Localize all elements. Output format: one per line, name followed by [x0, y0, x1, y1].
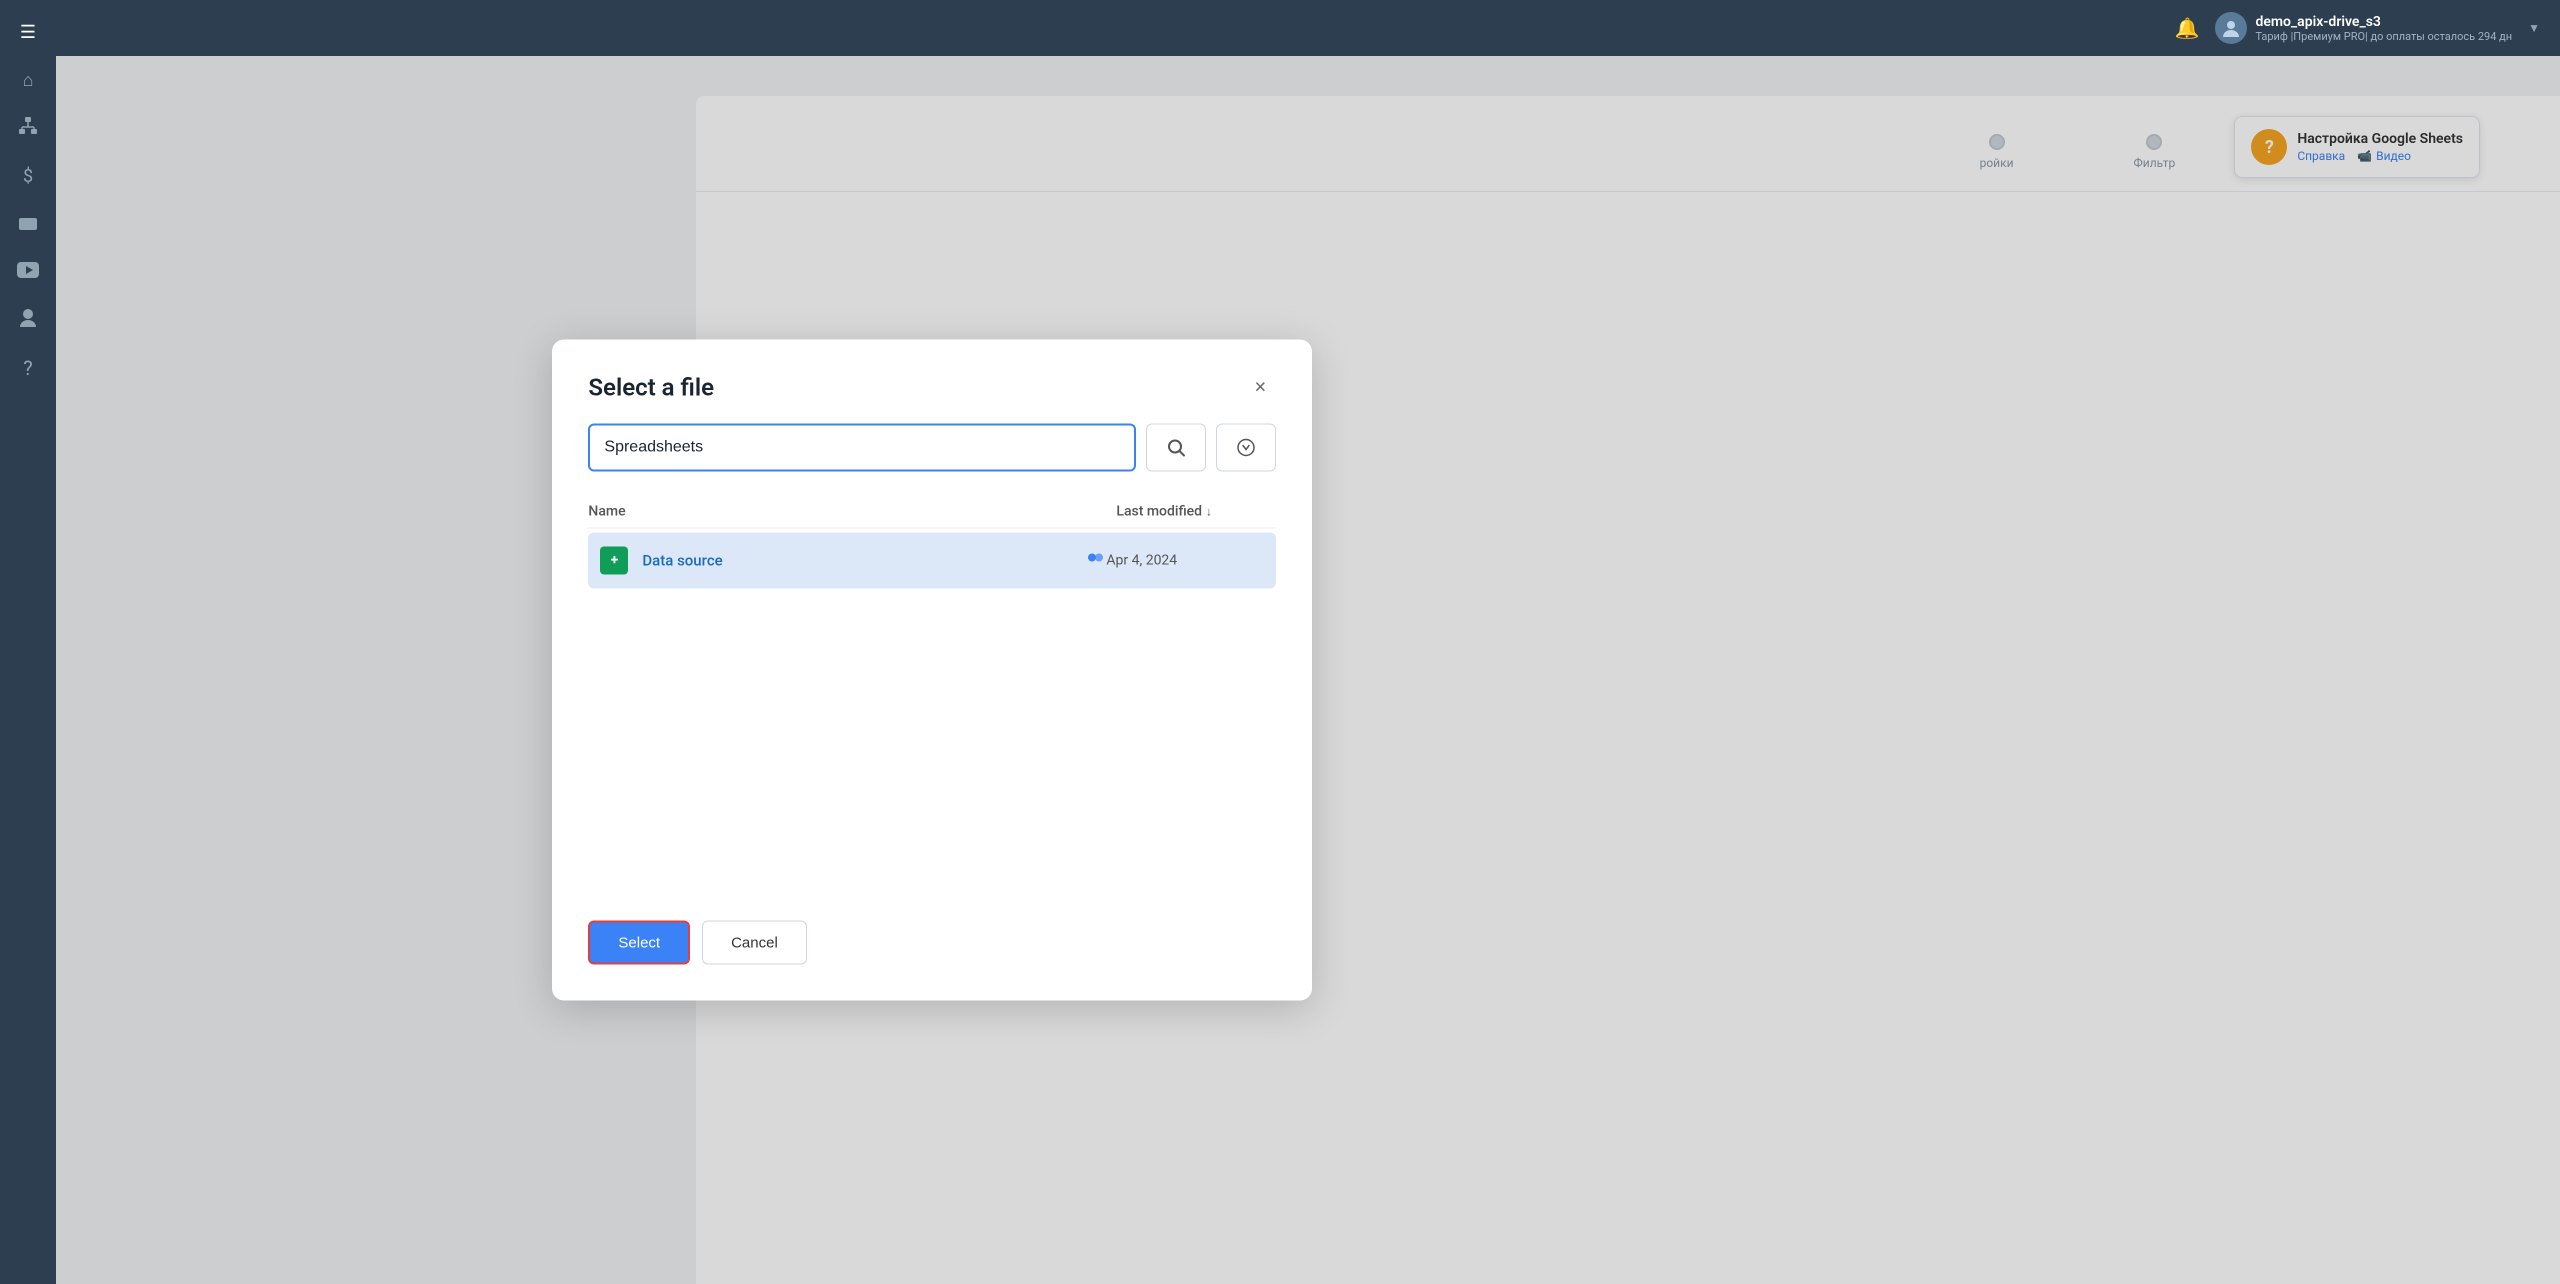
cancel-button[interactable]: Cancel [702, 921, 807, 965]
file-list: + Data source Apr 4, 2024 [588, 533, 1276, 893]
user-icon [19, 308, 37, 333]
topbar-chevron-icon[interactable]: ▼ [2528, 21, 2540, 35]
sidebar-menu-icon[interactable]: ☰ [8, 12, 48, 52]
file-shared-icon [1084, 551, 1106, 571]
modal-body: Name Last modified ↓ + Data source [552, 424, 1312, 893]
home-icon: ⌂ [23, 70, 34, 91]
file-modified-date: Apr 4, 2024 [1106, 553, 1266, 569]
sort-arrow-icon: ↓ [1206, 505, 1212, 519]
search-input[interactable] [588, 424, 1136, 472]
sidebar: ☰ ⌂ $ [0, 0, 56, 1284]
page-area: ройки Фильтр Тест Финиш ? Настройка Goog… [56, 56, 2560, 1284]
avatar [2215, 12, 2247, 44]
search-input-wrapper [588, 424, 1136, 472]
sort-button[interactable] [1216, 424, 1276, 472]
sidebar-hierarchy-icon[interactable] [8, 108, 48, 148]
google-sheets-icon: + [600, 547, 628, 575]
column-header-name: Name [588, 504, 1116, 520]
modal-close-button[interactable]: × [1244, 372, 1276, 404]
topbar: 🔔 demo_apix-drive_s3 Тариф |Премиум PRO|… [56, 0, 2560, 56]
modal-title: Select a file [588, 374, 714, 402]
dollar-icon: $ [23, 166, 33, 187]
file-sheets-icon: + [598, 545, 630, 577]
briefcase-icon [18, 213, 38, 236]
notification-bell-icon[interactable]: 🔔 [2175, 16, 2200, 40]
search-button[interactable] [1146, 424, 1206, 472]
select-file-modal: Select a file × [552, 340, 1312, 1001]
main-content: 🔔 demo_apix-drive_s3 Тариф |Премиум PRO|… [56, 0, 2560, 1284]
file-list-header: Name Last modified ↓ [588, 496, 1276, 529]
sort-icon [1236, 438, 1256, 458]
sidebar-dollar-icon[interactable]: $ [8, 156, 48, 196]
sidebar-user-icon[interactable] [8, 300, 48, 340]
column-modified-label: Last modified [1116, 504, 1202, 520]
topbar-user-info: demo_apix-drive_s3 Тариф |Премиум PRO| д… [2255, 14, 2512, 43]
modal-header: Select a file × [552, 340, 1312, 424]
select-button[interactable]: Select [588, 921, 690, 965]
file-name-label: Data source [642, 552, 1076, 570]
topbar-user: demo_apix-drive_s3 Тариф |Премиум PRO| д… [2215, 12, 2512, 44]
help-circle-icon: ? [23, 356, 32, 380]
column-header-modified[interactable]: Last modified ↓ [1116, 504, 1276, 520]
sidebar-home-icon[interactable]: ⌂ [8, 60, 48, 100]
search-icon [1166, 438, 1186, 458]
hierarchy-icon [18, 116, 38, 141]
search-row [588, 424, 1276, 472]
file-row[interactable]: + Data source Apr 4, 2024 [588, 533, 1276, 589]
topbar-plan: Тариф |Премиум PRO| до оплаты осталось 2… [2255, 30, 2512, 43]
menu-icon: ☰ [20, 22, 36, 43]
modal-footer: Select Cancel [552, 893, 1312, 1001]
topbar-username: demo_apix-drive_s3 [2255, 14, 2512, 30]
youtube-icon [17, 262, 39, 283]
sidebar-briefcase-icon[interactable] [8, 204, 48, 244]
sidebar-help-icon[interactable]: ? [8, 348, 48, 388]
sidebar-youtube-icon[interactable] [8, 252, 48, 292]
